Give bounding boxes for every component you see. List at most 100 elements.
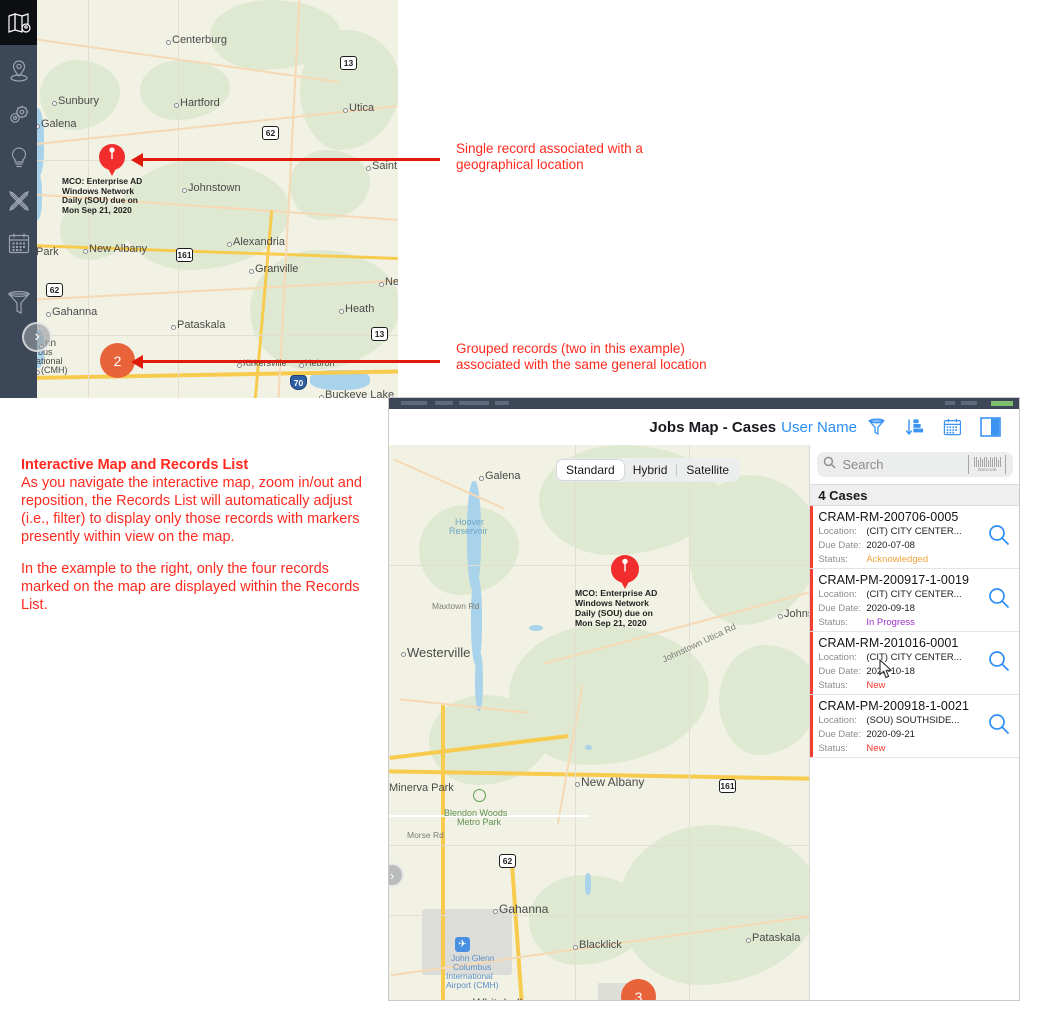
title-strip-mark: [495, 401, 509, 405]
map-place-dot: [575, 781, 580, 787]
map-water: [585, 745, 592, 750]
map-place-dot: [319, 395, 324, 398]
record-location-value: (CIT) CITY CENTER...: [866, 526, 962, 537]
split-panel-icon[interactable]: [971, 412, 1009, 442]
record-status-stripe: [810, 695, 814, 757]
map-place-label: Sunbury: [58, 95, 99, 107]
annotation-arrow-single: [142, 158, 440, 161]
map-place-label: Buckeye Lake: [325, 389, 395, 398]
sidebar-item-insights[interactable]: [0, 135, 37, 180]
map-place-label: Utica: [349, 102, 375, 114]
title-strip-mark: [961, 401, 977, 405]
records-list-panel[interactable]: Search Barcode 4 Cases CRAM-RM-200706-00…: [809, 445, 1019, 1000]
record-list-item[interactable]: CRAM-RM-201016-0001 Location: (CIT) CITY C…: [810, 632, 1019, 695]
map-vegetation: [719, 645, 810, 755]
map-route-shield: 62: [262, 126, 279, 140]
jobs-map[interactable]: Galena Hoover Reservoir Maxtown Rd Westervil…: [389, 445, 810, 1000]
map-route-shield: 13: [371, 327, 388, 341]
record-search-icon[interactable]: [988, 650, 1010, 677]
records-list[interactable]: CRAM-RM-200706-0005 Location: (CIT) CITY C…: [810, 506, 1019, 1000]
record-list-item[interactable]: CRAM-PM-200917-1-0019 Location: (CIT) CITY…: [810, 569, 1019, 632]
record-status-label: Status:: [818, 554, 848, 565]
mouse-cursor: [879, 658, 893, 684]
title-strip-mark: [401, 401, 427, 405]
map-place-label: Centerburg: [172, 34, 228, 46]
map-place-label: (CMH): [41, 365, 68, 375]
sidebar-item-filter[interactable]: [0, 280, 37, 325]
sidebar-expand-button[interactable]: ›: [22, 322, 52, 352]
map-cluster-marker[interactable]: 2: [100, 343, 135, 378]
map-type-satellite[interactable]: Satellite: [677, 460, 738, 480]
calendar-icon[interactable]: [933, 412, 971, 442]
map-type-hybrid[interactable]: Hybrid: [624, 460, 677, 480]
app-map-canvas[interactable]: Galena Hoover Reservoir Maxtown Rd Westervil…: [389, 445, 810, 1000]
overview-map[interactable]: Centerburg Sunbury Hartford Utica Galena John…: [0, 0, 398, 398]
map-place-label: Heath: [345, 303, 375, 315]
app-window[interactable]: Jobs Map - Cases User Name Galena Hoover…: [388, 397, 1020, 1001]
user-name-link[interactable]: User Name: [781, 419, 857, 436]
map-place-label: Metro Park: [457, 817, 502, 827]
map-place-label: New Albany: [89, 243, 148, 255]
record-status-stripe: [810, 569, 814, 631]
window-title-strip: [389, 398, 1019, 409]
record-location-label: Location:: [818, 589, 857, 600]
map-pin-marker[interactable]: [99, 144, 125, 177]
record-search-icon[interactable]: [988, 587, 1010, 614]
title-strip-mark: [945, 401, 955, 405]
record-location-label: Location:: [818, 715, 857, 726]
airport-marker-icon: ✈: [455, 937, 470, 952]
sidebar-item-operations[interactable]: [0, 92, 37, 137]
map-place-label: Johnst: [784, 608, 809, 620]
map-pin-marker[interactable]: [611, 555, 639, 589]
sidebar-item-locations[interactable]: [0, 48, 37, 93]
record-list-item[interactable]: CRAM-RM-200706-0005 Location: (CIT) CITY C…: [810, 506, 1019, 569]
record-status-value: New: [866, 743, 886, 754]
explanatory-text-block: Interactive Map and Records List As you …: [21, 456, 373, 615]
record-list-item[interactable]: CRAM-PM-200918-1-0021 Location: (SOU) SOUT…: [810, 695, 1019, 758]
barcode-edge: [968, 455, 970, 474]
map-route-shield: 62: [499, 854, 516, 868]
sidebar-item-schedule[interactable]: [0, 221, 37, 266]
map-water: [529, 625, 543, 631]
map-place-label: Reservoir: [449, 526, 488, 536]
record-status-label: Status:: [818, 680, 848, 691]
record-location-value: (SOU) SOUTHSIDE...: [866, 715, 960, 726]
map-place-dot: [493, 908, 498, 914]
map-type-segmented-control[interactable]: Standard Hybrid Satellite: [555, 458, 741, 482]
records-count-bar: 4 Cases: [810, 484, 1019, 506]
explanatory-heading: Interactive Map and Records List: [21, 457, 249, 473]
map-place-label: Pataskala: [177, 319, 226, 331]
explanatory-paragraph-2: In the example to the right, only the fo…: [21, 560, 360, 613]
record-due-date-value: 2020-09-18: [866, 603, 915, 614]
sort-icon[interactable]: [895, 412, 933, 442]
barcode-scan-icon[interactable]: Barcode: [967, 455, 1007, 474]
annotation-grouped-records: Grouped records (two in this example) as…: [456, 341, 707, 373]
record-status-stripe: [810, 632, 814, 694]
map-place-dot: [237, 362, 242, 368]
sidebar-item-map[interactable]: [0, 0, 37, 45]
map-place-label: Westerville: [407, 645, 471, 660]
search-input[interactable]: Search Barcode: [817, 452, 1014, 477]
map-pin-label: MCO: Enterprise AD Windows Network Daily…: [575, 588, 658, 628]
map-type-standard[interactable]: Standard: [557, 460, 624, 480]
app-header: Jobs Map - Cases User Name: [389, 409, 1019, 445]
map-place-label: Whitehall: [473, 996, 522, 1000]
map-place-label: Galena: [41, 118, 77, 130]
record-location-label: Location:: [818, 526, 857, 537]
record-search-icon[interactable]: [988, 713, 1010, 740]
map-road: [689, 445, 690, 1000]
record-due-date-value: 2020-07-08: [866, 540, 915, 551]
record-search-icon[interactable]: [988, 524, 1010, 551]
map-place-label: Minerva Park: [389, 782, 454, 794]
map-place-label: Pataskala: [752, 932, 801, 944]
sidebar-item-tools[interactable]: [0, 178, 37, 223]
app-sidebar[interactable]: ›: [0, 0, 52, 398]
filter-funnel-icon[interactable]: [857, 412, 895, 442]
map-road: [389, 915, 810, 916]
record-due-date-value: 2020-09-21: [866, 729, 915, 740]
record-status-value: In Progress: [866, 617, 915, 628]
map-place-label: Saint: [372, 160, 398, 172]
map-water-reservoir: [475, 651, 483, 711]
map-place-label: Morse Rd: [407, 830, 444, 840]
record-status-value: Acknowledged: [866, 554, 929, 565]
